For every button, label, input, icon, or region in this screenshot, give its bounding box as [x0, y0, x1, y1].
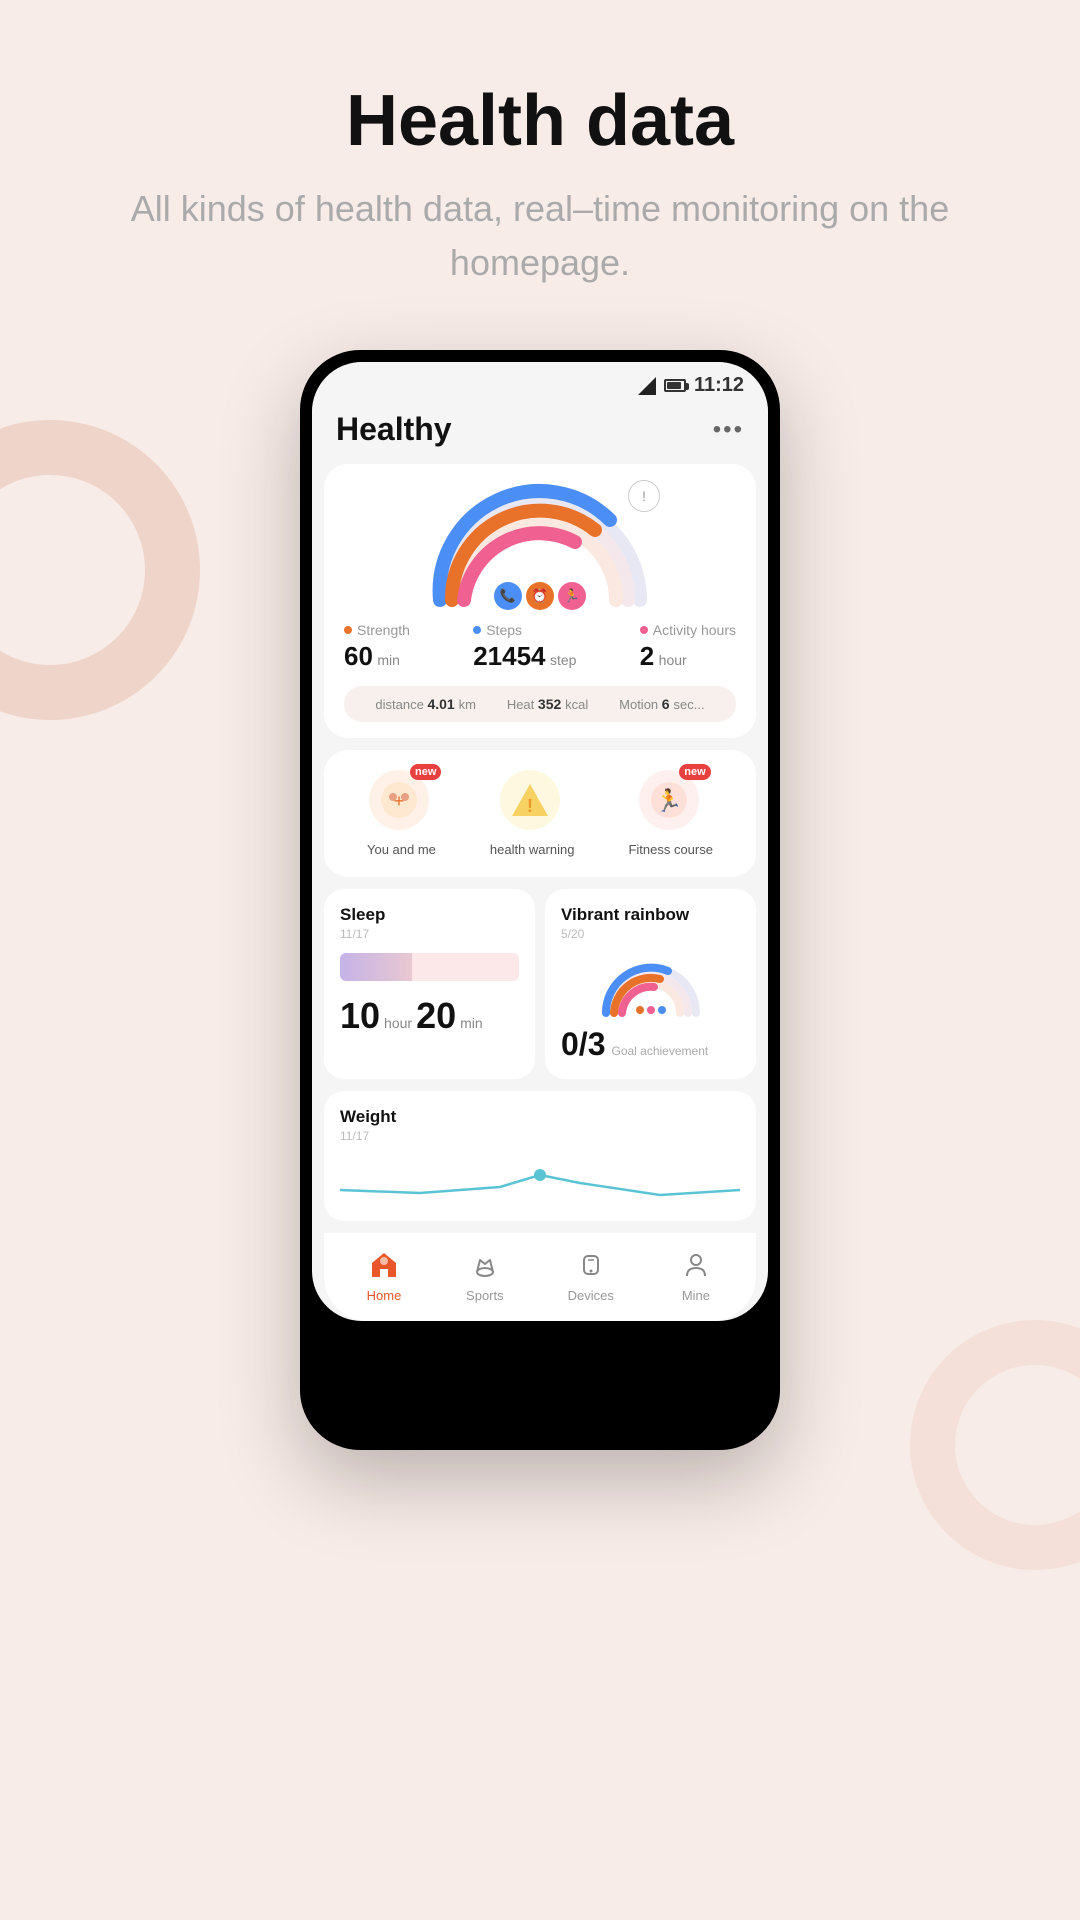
sports-icon — [467, 1247, 503, 1283]
stat-strength: Strength 60 min — [344, 622, 410, 672]
you-and-me-new-badge: new — [410, 764, 441, 780]
you-and-me-label: You and me — [367, 842, 436, 857]
steps-icon: 📞 — [494, 582, 522, 610]
devices-icon — [573, 1247, 609, 1283]
data-cards-grid: Sleep 11/17 10 hour 20 min Vibrant rainb… — [324, 889, 756, 1079]
heat-metric: Heat 352 kcal — [507, 696, 588, 712]
feature-you-and-me[interactable]: + new You and me — [367, 770, 436, 857]
sports-label: Sports — [466, 1288, 504, 1303]
gauge-icons: 📞 ⏰ 🏃 — [494, 582, 586, 610]
sleep-time: 10 hour 20 min — [340, 995, 519, 1037]
sleep-bar-deep — [340, 953, 412, 981]
phone-screen: 11:12 Healthy ••• ! — [312, 362, 768, 1321]
page-subtitle: All kinds of health data, real–time moni… — [0, 182, 1080, 290]
mine-label: Mine — [682, 1288, 710, 1303]
mine-icon — [678, 1247, 714, 1283]
feature-health-warning[interactable]: ! health warning — [490, 770, 575, 857]
weight-chart — [340, 1155, 740, 1205]
deco-ring-left — [0, 420, 200, 720]
weight-card[interactable]: Weight 11/17 — [324, 1091, 756, 1221]
sleep-title: Sleep — [340, 905, 519, 925]
stat-activity: Activity hours 2 hour — [640, 622, 736, 672]
nav-sports[interactable]: Sports — [466, 1247, 504, 1303]
weight-chart-svg — [340, 1155, 740, 1205]
mini-gauge — [561, 953, 740, 1018]
app-title: Healthy — [336, 411, 452, 448]
activity-dot — [640, 626, 648, 634]
nav-mine[interactable]: Mine — [678, 1247, 714, 1303]
page-title: Health data — [346, 80, 734, 162]
stats-row: Strength 60 min Steps 21454 step — [344, 622, 736, 672]
phone-frame: 11:12 Healthy ••• ! — [300, 350, 780, 1450]
home-icon — [366, 1247, 402, 1283]
deco-ring-right — [910, 1320, 1080, 1570]
fitness-new-badge: new — [679, 764, 710, 780]
nav-home[interactable]: Home — [366, 1247, 402, 1303]
activity-gauge: ! 📞 ⏰ 🏃 — [420, 480, 660, 610]
distance-metric: distance 4.01 km — [375, 696, 476, 712]
steps-dot — [473, 626, 481, 634]
battery-icon — [664, 379, 686, 392]
weight-date: 11/17 — [340, 1129, 740, 1143]
health-warning-label: health warning — [490, 842, 575, 857]
you-and-me-icon: + — [379, 780, 419, 820]
achievement-row: 0/3 Goal achievement — [561, 1026, 740, 1063]
more-button[interactable]: ••• — [713, 416, 744, 444]
fitness-course-icon: 🏃 — [649, 780, 689, 820]
features-card: + new You and me ! — [324, 750, 756, 877]
rainbow-date: 5/20 — [561, 927, 740, 941]
strength-icon: ⏰ — [526, 582, 554, 610]
status-time: 11:12 — [694, 374, 744, 397]
sleep-bar — [340, 953, 519, 981]
rainbow-title: Vibrant rainbow — [561, 905, 740, 925]
svg-text:🏃: 🏃 — [655, 788, 682, 813]
rainbow-card[interactable]: Vibrant rainbow 5/20 — [545, 889, 756, 1079]
weight-title: Weight — [340, 1107, 740, 1127]
fitness-course-label: Fitness course — [628, 842, 713, 857]
home-label: Home — [367, 1288, 402, 1303]
strength-dot — [344, 626, 352, 634]
stat-steps: Steps 21454 step — [473, 622, 576, 672]
sleep-card[interactable]: Sleep 11/17 10 hour 20 min — [324, 889, 535, 1079]
info-button[interactable]: ! — [628, 480, 660, 512]
signal-icon — [638, 377, 656, 395]
app-header: Healthy ••• — [312, 403, 768, 464]
mini-gauge-svg — [596, 953, 706, 1018]
activity-icon: 🏃 — [558, 582, 586, 610]
status-bar: 11:12 — [312, 362, 768, 403]
devices-label: Devices — [568, 1288, 614, 1303]
feature-fitness-course[interactable]: 🏃 new Fitness course — [628, 770, 713, 857]
sleep-bar-light — [412, 953, 519, 981]
activity-card: ! 📞 ⏰ 🏃 — [324, 464, 756, 738]
sleep-date: 11/17 — [340, 927, 519, 941]
motion-metric: Motion 6 sec... — [619, 696, 704, 712]
svg-text:!: ! — [527, 796, 533, 816]
health-warning-icon: ! — [510, 780, 550, 820]
bottom-nav: Home Sports — [324, 1233, 756, 1321]
metrics-bar: distance 4.01 km Heat 352 kcal Motion 6 … — [344, 686, 736, 722]
nav-devices[interactable]: Devices — [568, 1247, 614, 1303]
